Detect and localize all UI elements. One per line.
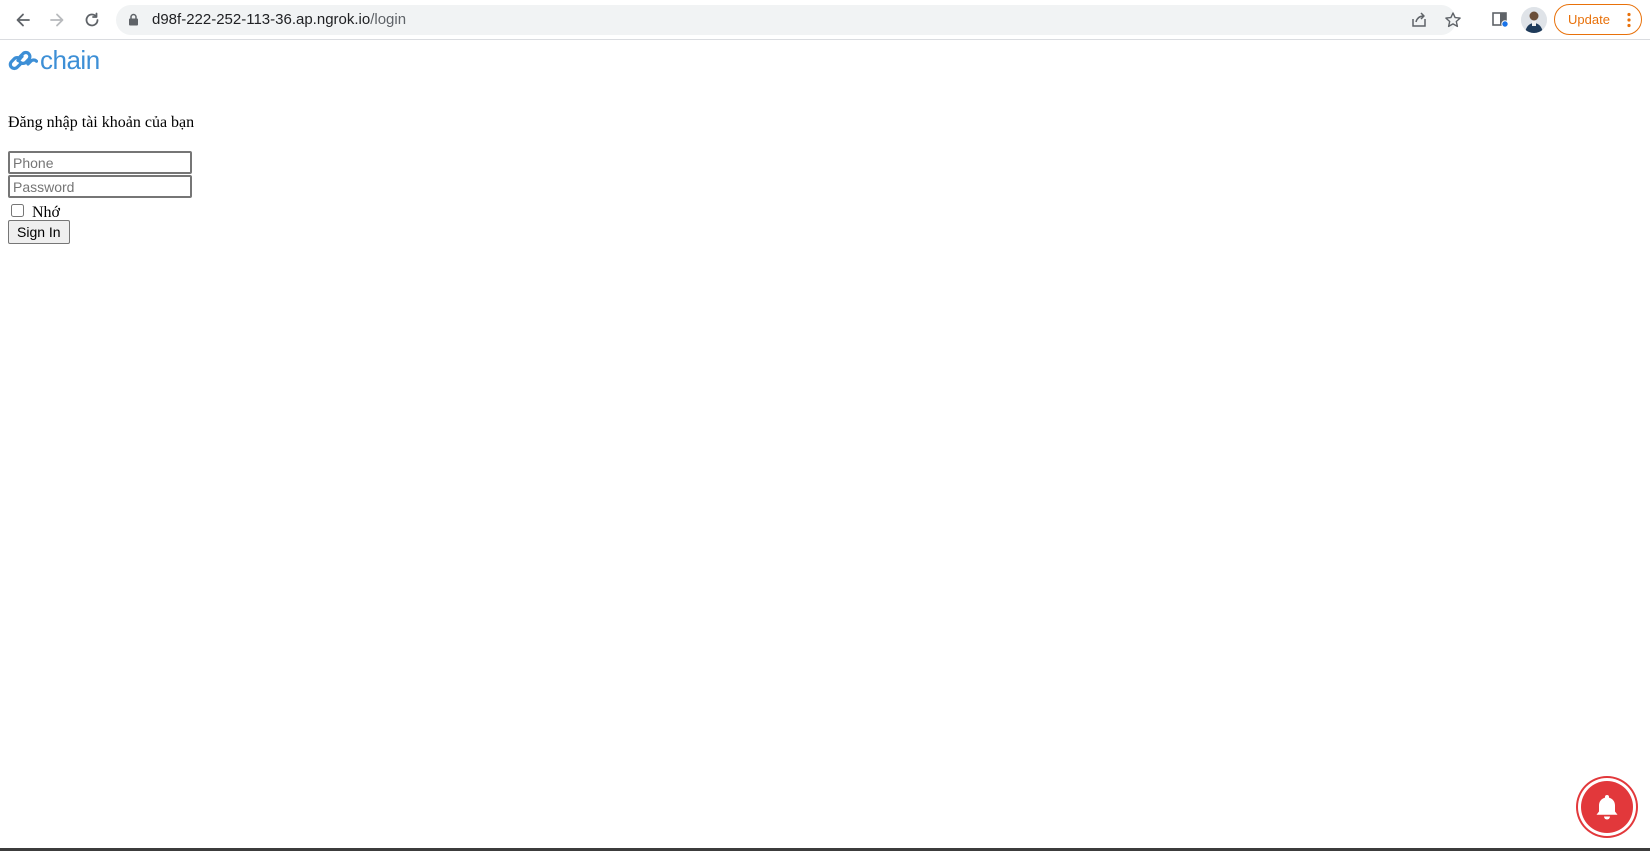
sign-in-button[interactable]: Sign In	[8, 220, 70, 244]
logo[interactable]: chain	[8, 46, 100, 74]
update-label: Update	[1568, 12, 1610, 27]
url-text: d98f-222-252-113-36.ap.ngrok.io/login	[152, 11, 406, 29]
update-button[interactable]: Update	[1554, 4, 1642, 35]
share-icon	[1412, 12, 1426, 27]
url-path: /login	[370, 11, 407, 28]
bell-icon	[1596, 795, 1618, 820]
share-button[interactable]	[1410, 11, 1428, 29]
lock-icon	[129, 13, 138, 26]
chain-link-icon	[8, 50, 38, 71]
profile-avatar[interactable]	[1521, 7, 1547, 33]
url-host: d98f-222-252-113-36.ap.ngrok.io	[152, 11, 371, 28]
reload-button[interactable]	[78, 6, 106, 34]
star-icon	[1445, 12, 1461, 28]
address-bar[interactable]: d98f-222-252-113-36.ap.ngrok.io/login	[116, 5, 1461, 35]
back-button[interactable]	[9, 6, 37, 34]
remember-me: Nhớ	[11, 201, 60, 221]
notification-bell-button[interactable]	[1581, 781, 1633, 833]
reload-icon	[85, 12, 99, 27]
kebab-menu-icon	[1627, 12, 1631, 28]
phone-input[interactable]	[8, 151, 192, 174]
side-panel-icon[interactable]	[1491, 10, 1509, 28]
browser-toolbar: d98f-222-252-113-36.ap.ngrok.io/login Up…	[0, 0, 1650, 40]
forward-arrow-icon	[50, 13, 64, 27]
logo-text: chain	[40, 45, 100, 75]
remember-checkbox[interactable]	[11, 203, 24, 217]
back-arrow-icon	[16, 13, 30, 27]
avatar-icon	[1521, 7, 1547, 33]
bookmark-button[interactable]	[1444, 11, 1462, 29]
page-heading: Đăng nhập tài khoản của bạn	[8, 114, 195, 131]
password-input[interactable]	[8, 175, 192, 198]
forward-button[interactable]	[43, 6, 71, 34]
